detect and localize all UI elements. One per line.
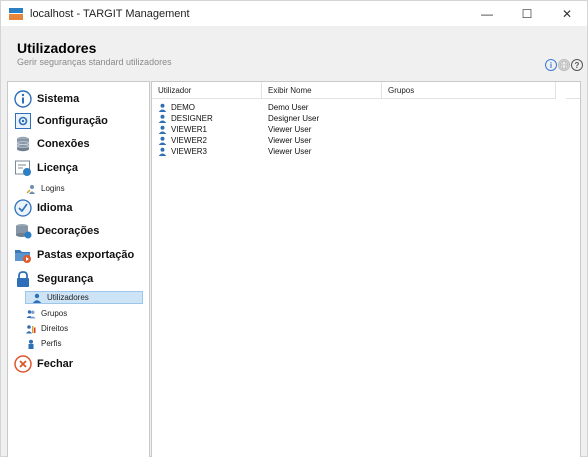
cell-utilizador: VIEWER1 [171,125,208,134]
group-icon [26,309,36,318]
sidebar-item-label: Sistema [37,93,80,105]
sidebar-item-label: Configuração [37,115,108,127]
sidebar-item-sistema[interactable]: Sistema [14,90,79,108]
license-icon [15,160,31,176]
sidebar-item-label: Logins [41,184,65,193]
table-row[interactable]: VIEWER3 Viewer User [152,146,556,157]
close-window-button[interactable]: ✕ [547,1,587,27]
key-user-icon [26,184,35,194]
sidebar-item-idioma[interactable]: Idioma [14,199,72,217]
rights-icon [26,324,36,333]
decorations-icon [16,224,32,239]
cell-utilizador: VIEWER3 [171,147,208,156]
column-header-exibir-nome[interactable]: Exibir Nome [262,82,382,99]
column-header-grupos[interactable]: Grupos [382,82,556,99]
table-row[interactable]: DEMO Demo User [152,102,556,113]
sidebar-item-conexoes[interactable]: Conexões [14,135,90,153]
page-title: Utilizadores [17,40,97,56]
users-grid: Utilizador Exibir Nome Grupos DEMO Demo … [151,81,581,457]
sidebar-item-decoracoes[interactable]: Decorações [14,222,99,240]
column-header-utilizador[interactable]: Utilizador [152,82,262,99]
sidebar-item-label: Fechar [37,358,74,370]
page-header: Utilizadores Gerir seguranças standard u… [0,26,588,78]
grid-header: Utilizador Exibir Nome Grupos [152,82,580,99]
sidebar-item-label: Grupos [41,309,68,318]
user-icon [32,293,42,303]
table-row[interactable]: VIEWER2 Viewer User [152,135,556,146]
sidebar-item-utilizadores[interactable]: Utilizadores [25,291,143,304]
globe-icon[interactable] [558,59,570,71]
user-icon [158,136,167,145]
sidebar-item-label: Conexões [37,138,90,150]
sidebar-item-label: Idioma [37,202,73,214]
window-controls: — ☐ ✕ [467,1,587,27]
sidebar-item-label: Utilizadores [47,293,89,302]
database-icon [16,136,30,152]
sidebar-item-label: Segurança [37,273,94,285]
sidebar-item-logins[interactable]: Logins [26,182,65,195]
maximize-button[interactable]: ☐ [507,1,547,27]
info-icon[interactable]: i [545,59,557,71]
cell-exibir-nome: Viewer User [268,125,312,134]
minimize-button[interactable]: — [467,1,507,27]
user-icon [158,147,167,156]
profile-icon [28,339,34,349]
table-row[interactable]: VIEWER1 Viewer User [152,124,556,135]
sidebar-item-direitos[interactable]: Direitos [26,322,68,335]
export-folder-icon [15,250,31,263]
cell-utilizador: DESIGNER [171,114,213,123]
cell-utilizador: VIEWER2 [171,136,208,145]
sidebar-item-perfis[interactable]: Perfis [26,337,61,350]
user-icon [158,103,167,112]
cell-exibir-nome: Demo User [268,103,309,112]
sidebar-item-pastas-exportacao[interactable]: Pastas exportação [14,246,134,264]
cell-exibir-nome: Designer User [268,114,320,123]
info-circle-icon [14,90,32,108]
sidebar-item-fechar[interactable]: Fechar [14,355,73,373]
sidebar-item-seguranca[interactable]: Segurança [14,270,93,288]
user-icon [158,125,167,134]
header-icons: i ? [545,59,583,71]
app-icon [8,6,24,22]
configuration-icon [15,113,31,129]
page-subtitle: Gerir seguranças standard utilizadores [17,57,172,67]
sidebar-item-label: Direitos [41,324,69,333]
sidebar-item-label: Decorações [37,225,100,237]
language-icon [14,199,32,217]
cell-utilizador: DEMO [171,103,195,112]
sidebar-item-label: Pastas exportação [37,249,135,261]
sidebar-item-grupos[interactable]: Grupos [26,307,67,320]
sidebar-item-licenca[interactable]: Licença [14,159,78,177]
sidebar-item-configuracao[interactable]: Configuração [14,112,108,130]
table-row[interactable]: DESIGNER Designer User [152,113,556,124]
cell-exibir-nome: Viewer User [268,147,312,156]
cell-exibir-nome: Viewer User [268,136,312,145]
close-circle-icon [14,355,32,373]
user-icon [158,114,167,123]
grid-header-filler [566,82,580,99]
window-title: localhost - TARGIT Management [30,7,190,20]
sidebar-item-label: Perfis [41,339,62,348]
help-icon[interactable]: ? [571,59,583,71]
lock-icon [17,271,29,287]
sidebar: Sistema Configuração Conexões Licença Lo… [7,81,150,457]
sidebar-item-label: Licença [37,162,78,174]
title-bar: localhost - TARGIT Management — ☐ ✕ [0,0,588,26]
